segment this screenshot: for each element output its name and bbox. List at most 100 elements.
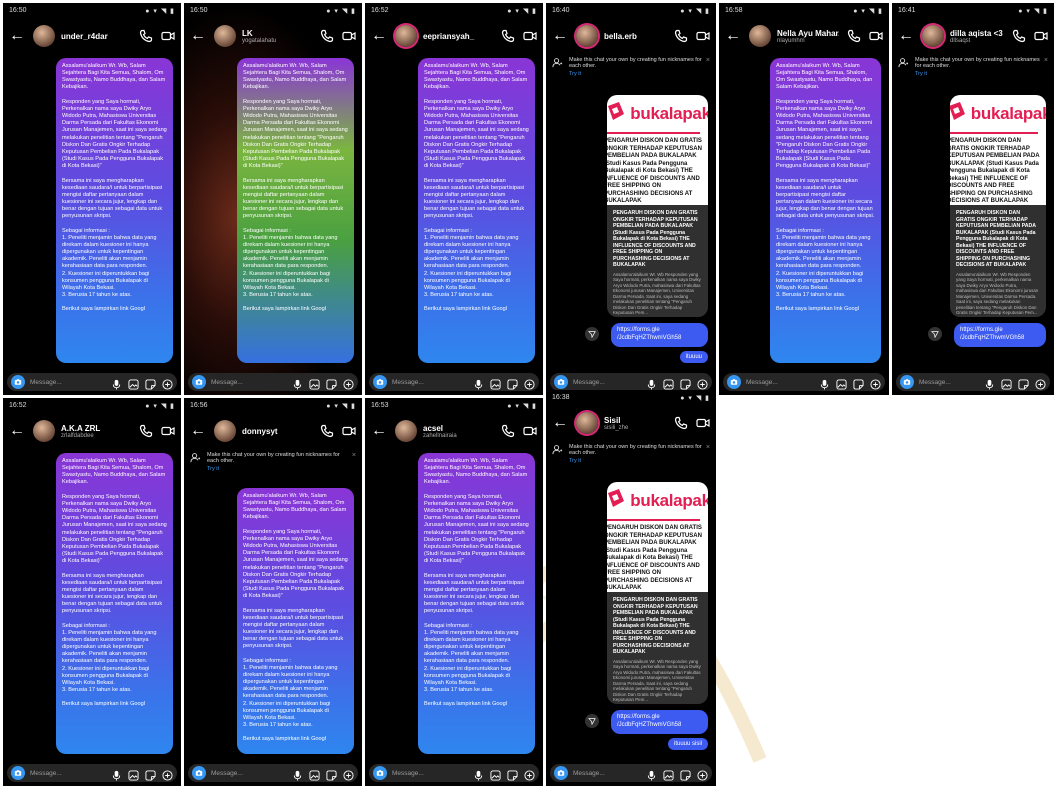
- camera-icon[interactable]: [554, 375, 568, 389]
- microphone-icon[interactable]: [473, 377, 484, 390]
- form-link-bubble[interactable]: https://forms.gle /JcdbFqHZThwmVGh58: [954, 323, 1046, 347]
- gallery-icon[interactable]: [309, 768, 320, 781]
- gallery-icon[interactable]: [128, 377, 139, 390]
- sticker-icon[interactable]: [145, 768, 156, 781]
- gallery-icon[interactable]: [490, 377, 501, 390]
- back-arrow-icon[interactable]: ←: [552, 414, 570, 432]
- sticker-icon[interactable]: [507, 377, 518, 390]
- plus-icon[interactable]: [524, 768, 535, 781]
- gallery-icon[interactable]: [663, 377, 674, 390]
- contact-names[interactable]: eepriansyah_: [423, 32, 493, 41]
- microphone-icon[interactable]: [292, 768, 303, 781]
- contact-names[interactable]: donnysyt: [242, 427, 312, 436]
- message-bubble[interactable]: Assalamu'alaikum Wr. Wb, Salam Sejahtera…: [770, 58, 881, 363]
- form-link-bubble[interactable]: https://forms.gle /JcdbFqHZThwmVGh58: [611, 323, 708, 347]
- avatar[interactable]: [922, 25, 944, 47]
- video-call-icon[interactable]: [869, 29, 883, 43]
- camera-icon[interactable]: [11, 766, 25, 780]
- video-call-icon[interactable]: [523, 424, 537, 438]
- message-input[interactable]: Message...: [392, 770, 467, 777]
- message-composer[interactable]: Message...: [7, 373, 177, 391]
- message-composer[interactable]: Message...: [188, 764, 358, 782]
- link-preview-description[interactable]: PENGARUH DISKON DAN GRATIS ONGKIR TERHAD…: [607, 205, 708, 317]
- message-input[interactable]: Message...: [573, 770, 640, 777]
- camera-icon[interactable]: [900, 375, 914, 389]
- contact-names[interactable]: Sisil sisili_zhe: [604, 416, 666, 431]
- camera-icon[interactable]: [554, 766, 568, 780]
- back-arrow-icon[interactable]: ←: [371, 27, 389, 45]
- plus-icon[interactable]: [343, 768, 354, 781]
- microphone-icon[interactable]: [292, 377, 303, 390]
- message-bubble[interactable]: Assalamu'alaikum Wr. Wb, Salam Sejahtera…: [237, 488, 354, 754]
- avatar[interactable]: [33, 25, 55, 47]
- avatar[interactable]: [749, 25, 771, 47]
- sticker-icon[interactable]: [1018, 377, 1029, 390]
- microphone-icon[interactable]: [646, 768, 657, 781]
- video-call-icon[interactable]: [696, 416, 710, 430]
- microphone-icon[interactable]: [473, 768, 484, 781]
- message-composer[interactable]: Message...: [550, 764, 712, 782]
- link-preview-description[interactable]: PENGARUH DISKON DAN GRATIS ONGKIR TERHAD…: [950, 205, 1046, 317]
- message-bubble[interactable]: Assalamu'alaikum Wr. Wb, Salam Sejahtera…: [418, 58, 535, 363]
- phone-call-icon[interactable]: [674, 29, 688, 43]
- message-composer[interactable]: Message...: [723, 373, 885, 391]
- back-arrow-icon[interactable]: ←: [9, 27, 27, 45]
- phone-call-icon[interactable]: [139, 29, 153, 43]
- message-input[interactable]: Message...: [211, 379, 286, 386]
- phone-call-icon[interactable]: [501, 424, 515, 438]
- message-input[interactable]: Message...: [746, 379, 813, 386]
- sticker-icon[interactable]: [680, 377, 691, 390]
- video-call-icon[interactable]: [342, 29, 356, 43]
- share-icon[interactable]: [585, 327, 599, 341]
- plus-icon[interactable]: [1035, 377, 1046, 390]
- close-icon[interactable]: ×: [1044, 57, 1048, 79]
- contact-names[interactable]: bella.erb: [604, 32, 666, 41]
- message-composer[interactable]: Message...: [369, 373, 539, 391]
- link-preview-description[interactable]: PENGARUH DISKON DAN GRATIS ONGKIR TERHAD…: [607, 592, 708, 704]
- gallery-icon[interactable]: [1001, 377, 1012, 390]
- message-composer[interactable]: Message...: [896, 373, 1050, 391]
- avatar[interactable]: [395, 420, 417, 442]
- avatar[interactable]: [576, 25, 598, 47]
- video-call-icon[interactable]: [1034, 29, 1048, 43]
- video-call-icon[interactable]: [342, 424, 356, 438]
- close-icon[interactable]: ×: [706, 57, 710, 79]
- contact-names[interactable]: under_r4dar: [61, 32, 131, 41]
- phone-call-icon[interactable]: [847, 29, 861, 43]
- plus-icon[interactable]: [162, 377, 173, 390]
- avatar[interactable]: [214, 420, 236, 442]
- video-call-icon[interactable]: [161, 424, 175, 438]
- link-preview-card[interactable]: bukalapak PENGARUH DISKON DAN GRATIS ONGK…: [607, 482, 708, 592]
- microphone-icon[interactable]: [819, 377, 830, 390]
- message-composer[interactable]: Message...: [7, 764, 177, 782]
- video-call-icon[interactable]: [696, 29, 710, 43]
- message-composer[interactable]: Message...: [188, 373, 358, 391]
- share-icon[interactable]: [585, 714, 599, 728]
- close-icon[interactable]: ×: [352, 452, 356, 474]
- sticker-icon[interactable]: [326, 377, 337, 390]
- link-preview-card[interactable]: bukalapak PENGARUH DISKON DAN GRATIS ONGK…: [950, 95, 1046, 205]
- plus-icon[interactable]: [697, 768, 708, 781]
- avatar[interactable]: [214, 25, 236, 47]
- back-arrow-icon[interactable]: ←: [371, 422, 389, 440]
- try-it-link[interactable]: Try it: [207, 466, 352, 472]
- plus-icon[interactable]: [870, 377, 881, 390]
- try-it-link[interactable]: Try it: [569, 458, 706, 464]
- avatar[interactable]: [33, 420, 55, 442]
- plus-icon[interactable]: [524, 377, 535, 390]
- try-it-link[interactable]: Try it: [915, 71, 1044, 77]
- sticker-icon[interactable]: [680, 768, 691, 781]
- message-input[interactable]: Message...: [30, 770, 105, 777]
- sticker-icon[interactable]: [326, 768, 337, 781]
- phone-call-icon[interactable]: [674, 416, 688, 430]
- phone-call-icon[interactable]: [1012, 29, 1026, 43]
- message-composer[interactable]: Message...: [369, 764, 539, 782]
- sticker-icon[interactable]: [145, 377, 156, 390]
- contact-names[interactable]: Nella Ayu Mahar... nlayumhm: [777, 29, 839, 44]
- back-arrow-icon[interactable]: ←: [9, 422, 27, 440]
- message-input[interactable]: Message...: [573, 379, 640, 386]
- camera-icon[interactable]: [373, 375, 387, 389]
- back-arrow-icon[interactable]: ←: [725, 27, 743, 45]
- gallery-icon[interactable]: [309, 377, 320, 390]
- reply-bubble[interactable]: ituuuu: [679, 351, 708, 363]
